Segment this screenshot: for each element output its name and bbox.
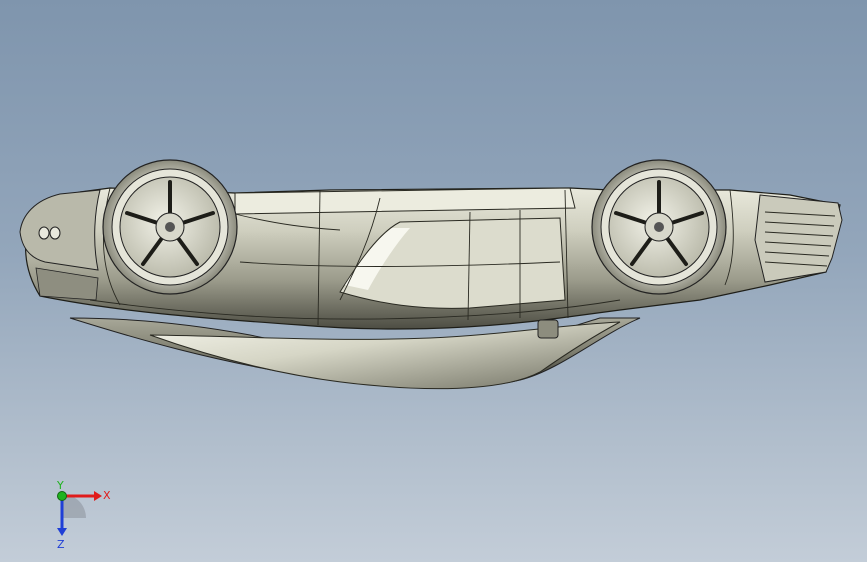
rear-wheel[interactable]	[102, 159, 238, 295]
y-axis-label: Y	[56, 480, 64, 492]
orientation-triad: X Y Z	[56, 480, 111, 550]
z-axis-arrow	[57, 528, 67, 536]
y-axis-dot	[57, 491, 67, 501]
front-bumper	[754, 194, 843, 283]
exhaust-left	[38, 226, 50, 240]
x-axis-label: X	[103, 489, 111, 502]
exhaust-right	[49, 226, 61, 240]
front-wheel[interactable]	[591, 159, 727, 295]
cad-3d-viewport[interactable]	[0, 0, 867, 562]
car-model[interactable]	[19, 159, 843, 390]
x-axis-arrow	[94, 491, 102, 501]
z-axis-label: Z	[57, 538, 65, 550]
side-mirror	[537, 319, 559, 339]
